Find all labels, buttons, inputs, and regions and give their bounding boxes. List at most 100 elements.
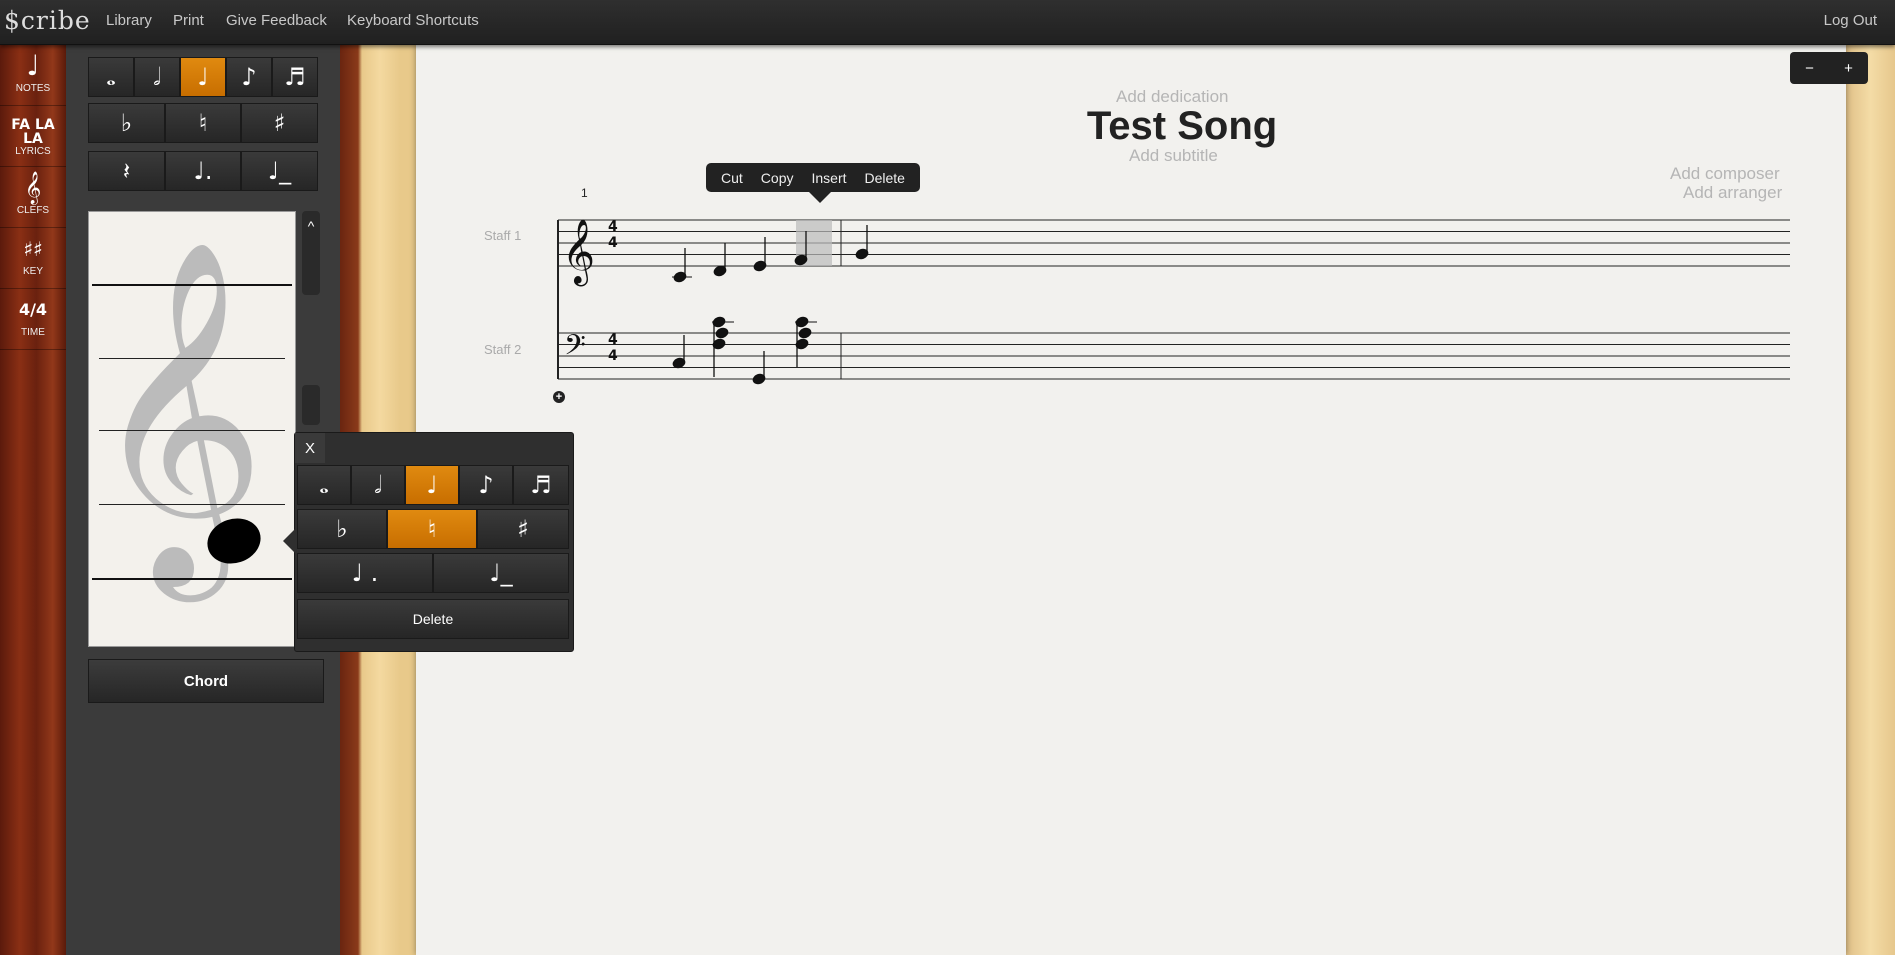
- staff-1-label[interactable]: Staff 1: [484, 228, 521, 243]
- dotted-note-button[interactable]: ♩ .: [297, 553, 433, 593]
- whole-note-button[interactable]: 𝅝: [88, 57, 134, 97]
- accidental-row: ♭ ♮ ♯: [88, 103, 318, 143]
- arranger-field[interactable]: Add arranger: [1683, 183, 1782, 203]
- zoom-out-icon: −: [1805, 59, 1814, 77]
- bass-clef-icon: 𝄢: [564, 329, 586, 369]
- nav-print-link[interactable]: Print: [173, 12, 204, 29]
- cut-menu-item[interactable]: Cut: [712, 170, 752, 186]
- eighth-note-button[interactable]: ♪: [226, 57, 272, 97]
- subtitle-field[interactable]: Add subtitle: [1129, 146, 1218, 166]
- rest-button[interactable]: 𝄽: [88, 151, 165, 191]
- whole-note-icon: 𝅝: [319, 471, 329, 499]
- whole-note-button[interactable]: 𝅝: [297, 465, 351, 505]
- key-signature-icon: ♯♯: [23, 237, 43, 261]
- staff-2: [557, 220, 1790, 380]
- time-sig-bottom: 4: [608, 235, 618, 251]
- note-head: [798, 327, 812, 339]
- zoom-in-icon: +: [1844, 59, 1853, 77]
- tool-label: LYRICS: [15, 146, 51, 157]
- flat-button[interactable]: ♭: [297, 509, 387, 549]
- half-note-icon: 𝅗𝅥: [374, 471, 382, 499]
- popup-accidental-row: ♭ ♮ ♯: [297, 509, 569, 549]
- popup-modifier-row: ♩ . ♩_: [297, 553, 569, 593]
- add-staff-button[interactable]: +: [553, 391, 565, 403]
- tool-notes[interactable]: ♩ NOTES: [0, 45, 66, 106]
- nav-library-link[interactable]: Library: [106, 12, 152, 29]
- note-head: [715, 327, 729, 339]
- sixteenth-note-icon: ♬: [530, 471, 552, 499]
- composer-field[interactable]: Add composer: [1670, 164, 1780, 184]
- nav-feedback-link[interactable]: Give Feedback: [226, 12, 327, 29]
- app-logo[interactable]: $cribe: [4, 6, 91, 35]
- time-sig-top: 4: [608, 219, 618, 235]
- staff-2-label[interactable]: Staff 2: [484, 342, 521, 357]
- sixteenth-note-button[interactable]: ♬: [513, 465, 569, 505]
- sharp-button[interactable]: ♯: [477, 509, 569, 549]
- flat-icon: ♭: [336, 515, 348, 543]
- quarter-note-icon: ♩: [26, 49, 40, 82]
- chord-button[interactable]: Chord: [88, 659, 324, 703]
- sharp-icon: ♯: [517, 515, 529, 543]
- measure-number: 1: [581, 186, 588, 200]
- staff-1: [557, 219, 1790, 267]
- quarter-note-icon: ♩: [426, 471, 438, 499]
- duration-row: 𝅝 𝅗𝅥 ♩ ♪ ♬: [88, 57, 318, 97]
- sixteenth-note-button[interactable]: ♬: [272, 57, 318, 97]
- time-sig-top: 4: [608, 332, 618, 348]
- tool-label: NOTES: [15, 83, 51, 94]
- zoom-out-button[interactable]: −: [1790, 52, 1829, 84]
- natural-icon: ♮: [198, 109, 208, 137]
- natural-icon: ♮: [427, 515, 437, 543]
- staff-2-notes: [672, 316, 817, 385]
- copy-menu-item[interactable]: Copy: [752, 170, 803, 186]
- insert-menu-item[interactable]: Insert: [802, 170, 855, 186]
- half-note-button[interactable]: 𝅗𝅥: [134, 57, 180, 97]
- natural-button[interactable]: ♮: [387, 509, 477, 549]
- tool-lyrics[interactable]: FA LA LA LYRICS: [0, 106, 66, 167]
- dotted-note-icon: ♩.: [193, 157, 213, 185]
- context-menu-pointer: [809, 192, 831, 203]
- tool-clefs[interactable]: 𝄞 CLEFS: [0, 167, 66, 228]
- top-navigation-bar: $cribe Library Print Give Feedback Keybo…: [0, 0, 1895, 45]
- eighth-note-button[interactable]: ♪: [459, 465, 513, 505]
- whole-note-icon: 𝅝: [106, 63, 116, 91]
- scroll-down-button[interactable]: [302, 385, 320, 425]
- nav-keyboard-shortcuts-link[interactable]: Keyboard Shortcuts: [347, 12, 479, 29]
- tool-sidebar: ♩ NOTES FA LA LA LYRICS 𝄞 CLEFS ♯♯ KEY 4…: [0, 45, 66, 955]
- delete-note-button[interactable]: Delete: [297, 599, 569, 639]
- popup-close-button[interactable]: X: [295, 433, 325, 463]
- score-paper[interactable]: 𝄞 𝄢 4 4 4 4: [416, 45, 1846, 955]
- half-note-icon: 𝅗𝅥: [153, 63, 161, 91]
- popup-pointer: [283, 529, 295, 553]
- natural-button[interactable]: ♮: [165, 103, 241, 143]
- quarter-note-button[interactable]: ♩: [405, 465, 459, 505]
- tool-time[interactable]: 4/4 TIME: [0, 289, 66, 350]
- treble-clef-icon: 𝄞: [562, 219, 595, 286]
- half-note-button[interactable]: 𝅗𝅥: [351, 465, 405, 505]
- logout-link[interactable]: Log Out: [1824, 12, 1877, 29]
- song-title[interactable]: Test Song: [1086, 104, 1278, 149]
- zoom-in-button[interactable]: +: [1829, 52, 1868, 84]
- treble-clef-icon: 𝄞: [24, 171, 42, 204]
- tool-key[interactable]: ♯♯ KEY: [0, 228, 66, 289]
- time-signature-icon: 4/4: [18, 300, 48, 319]
- flat-icon: ♭: [120, 109, 133, 137]
- staff-line: [92, 578, 292, 580]
- sharp-button[interactable]: ♯: [241, 103, 318, 143]
- note-preview-staff: 𝄞: [88, 211, 296, 647]
- tied-note-icon: ♩_: [267, 157, 292, 185]
- quarter-note-icon: ♩: [197, 63, 209, 91]
- dotted-note-button[interactable]: ♩.: [165, 151, 241, 191]
- sixteenth-note-icon: ♬: [284, 63, 306, 91]
- flat-button[interactable]: ♭: [88, 103, 165, 143]
- tool-label: TIME: [21, 327, 45, 338]
- staff-line: [99, 504, 285, 505]
- quarter-note-button[interactable]: ♩: [180, 57, 226, 97]
- delete-menu-item[interactable]: Delete: [856, 170, 914, 186]
- wood-frame-right: [1846, 45, 1895, 955]
- score-canvas: 𝄞 𝄢 4 4 4 4: [557, 219, 1790, 385]
- tied-note-button[interactable]: ♩_: [433, 553, 569, 593]
- scroll-up-button[interactable]: ^: [302, 211, 320, 295]
- staff-line: [99, 358, 285, 359]
- tied-note-button[interactable]: ♩_: [241, 151, 318, 191]
